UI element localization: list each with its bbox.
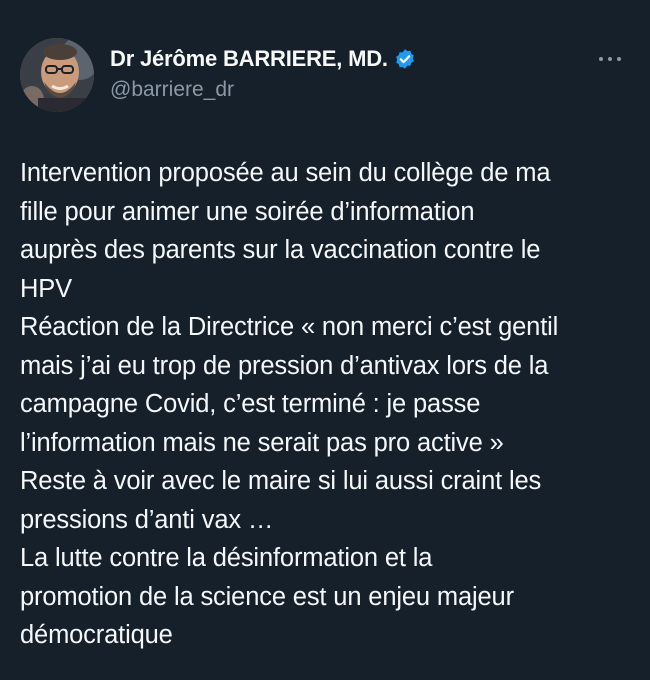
avatar-photo-icon	[20, 38, 94, 112]
more-options-button[interactable]	[590, 46, 630, 72]
tweet-text-line: Reste à voir avec le maire si lui aussi …	[20, 467, 542, 495]
tweet-text-line: HPV	[20, 274, 72, 303]
more-dot-icon	[608, 57, 612, 61]
tweet-text-line: promotion de la science est un enjeu maj…	[20, 582, 514, 611]
verified-badge-icon	[394, 48, 416, 70]
more-dot-icon	[599, 57, 603, 61]
tweet-text-line: pressions d’anti vax …	[20, 505, 274, 534]
tweet-text-line: l’information mais ne serait pas pro act…	[20, 428, 504, 457]
display-name[interactable]: Dr Jérôme BARRIERE, MD.	[110, 46, 388, 72]
tweet-text: Intervention proposée au sein du collège…	[20, 154, 630, 655]
tweet-text-line: mais j’ai eu trop de pression d’antivax …	[20, 351, 549, 380]
tweet-header: Dr Jérôme BARRIERE, MD. @barriere_dr	[20, 38, 630, 114]
author-block: Dr Jérôme BARRIERE, MD. @barriere_dr	[110, 44, 416, 102]
tweet-text-line: démocratique	[20, 621, 173, 649]
tweet-card: Dr Jérôme BARRIERE, MD. @barriere_dr Int…	[0, 0, 650, 680]
tweet-text-line: fille pour animer une soirée d’informati…	[20, 197, 475, 226]
tweet-text-line: Intervention proposée au sein du collège…	[20, 159, 551, 187]
tweet-text-line: La lutte contre la désinformation et la	[20, 544, 433, 572]
tweet-text-line: auprès des parents sur la vaccination co…	[20, 236, 541, 264]
tweet-text-line: campagne Covid, c’est terminé : je passe	[20, 390, 481, 418]
tweet-text-line: Réaction de la Directrice « non merci c’…	[20, 313, 559, 341]
handle[interactable]: @barriere_dr	[110, 78, 416, 102]
more-dot-icon	[617, 57, 621, 61]
avatar[interactable]	[20, 38, 94, 112]
name-row: Dr Jérôme BARRIERE, MD.	[110, 44, 416, 74]
